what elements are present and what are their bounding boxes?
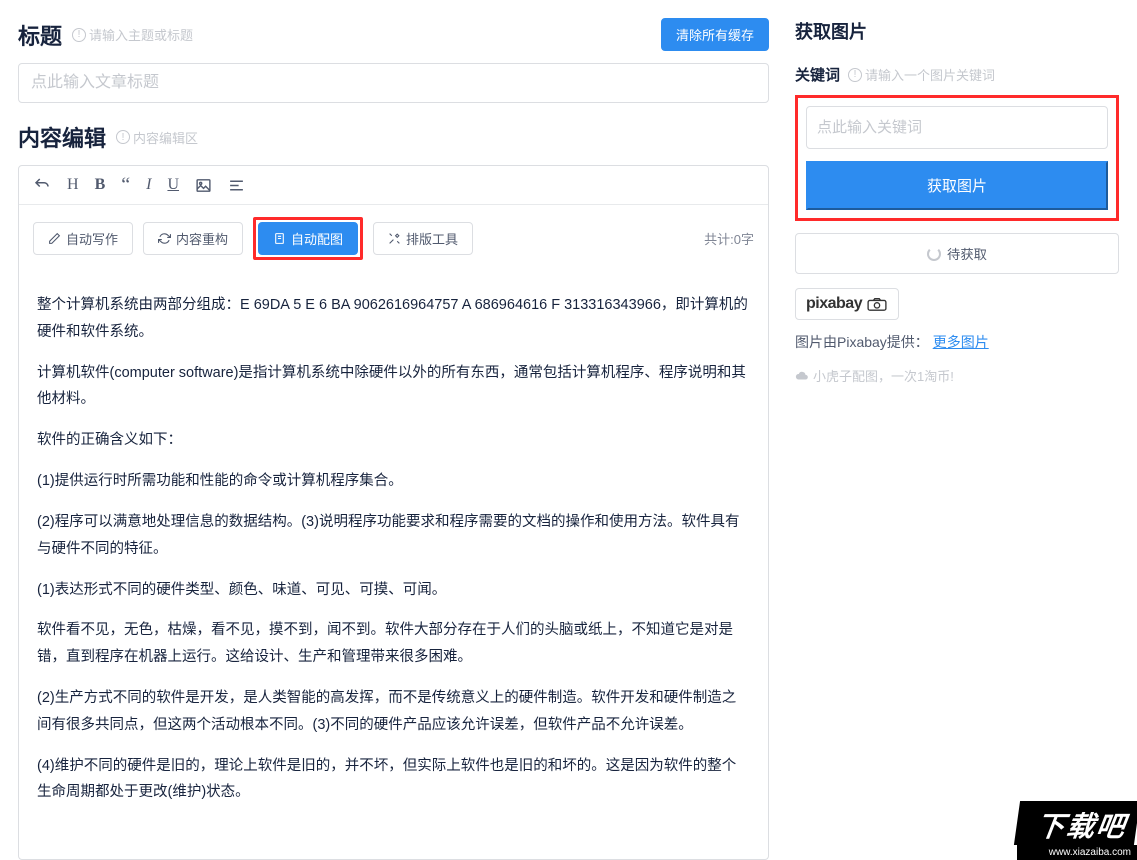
- restructure-label: 内容重构: [176, 229, 228, 248]
- paragraph: (4)维护不同的硬件是旧的，理论上软件是旧的，并不坏，但实际上软件也是旧的和坏的…: [37, 753, 750, 807]
- cloud-icon: [795, 369, 809, 383]
- main-column: 标题 ! 请输入主题或标题 清除所有缓存 内容编辑 ! 内容编辑区 H B “ …: [0, 0, 787, 860]
- auto-image-label: 自动配图: [291, 229, 343, 248]
- title-input[interactable]: [18, 63, 769, 103]
- paragraph: 计算机软件(computer software)是指计算机系统中除硬件以外的所有…: [37, 360, 750, 414]
- format-toolbar: H B “ I U: [19, 166, 768, 205]
- editor-box: H B “ I U 自动写作 内容重构: [18, 165, 769, 860]
- keyword-input[interactable]: [806, 106, 1108, 149]
- paragraph: 整个计算机系统由两部分组成：E 69DA 5 E 6 BA 9062616964…: [37, 292, 750, 346]
- auto-write-label: 自动写作: [66, 229, 118, 248]
- tools-icon: [388, 232, 401, 245]
- get-image-title: 获取图片: [795, 18, 867, 44]
- keyword-header: 关键词 ! 请输入一个图片关键词: [795, 64, 1119, 85]
- pixabay-badge: pixabay: [795, 288, 899, 320]
- info-icon: !: [848, 68, 862, 82]
- info-icon: !: [72, 28, 86, 42]
- camera-icon: [866, 296, 888, 312]
- keyword-hint-text: 请输入一个图片关键词: [865, 65, 995, 84]
- italic-icon[interactable]: I: [146, 176, 151, 194]
- align-icon[interactable]: [228, 177, 245, 194]
- keyword-hint: ! 请输入一个图片关键词: [848, 65, 995, 84]
- image-icon[interactable]: [195, 177, 212, 194]
- auto-write-button[interactable]: 自动写作: [33, 222, 133, 255]
- content-hint: ! 内容编辑区: [116, 128, 198, 147]
- pending-label: 待获取: [947, 244, 987, 263]
- title-hint: ! 请输入主题或标题: [72, 25, 193, 44]
- paragraph: (2)程序可以满意地处理信息的数据结构。(3)说明程序功能要求和程序需要的文档的…: [37, 509, 750, 563]
- highlight-auto-image: 自动配图: [253, 217, 363, 260]
- provided-text: 图片由Pixabay提供：: [795, 334, 929, 350]
- undo-icon[interactable]: [33, 176, 51, 194]
- paragraph: (1)提供运行时所需功能和性能的命令或计算机程序集合。: [37, 468, 750, 495]
- content-area[interactable]: 整个计算机系统由两部分组成：E 69DA 5 E 6 BA 9062616964…: [19, 272, 768, 859]
- clipboard-icon: [273, 232, 286, 245]
- content-label: 内容编辑: [18, 121, 106, 153]
- pending-button[interactable]: 待获取: [795, 233, 1119, 274]
- title-section-header: 标题 ! 请输入主题或标题 清除所有缓存: [18, 18, 769, 51]
- more-images-link[interactable]: 更多图片: [933, 334, 989, 350]
- get-image-button[interactable]: 获取图片: [806, 161, 1108, 210]
- heading-icon[interactable]: H: [67, 176, 79, 194]
- tiger-text: 小虎子配图，一次1淘币!: [813, 366, 954, 385]
- quote-icon[interactable]: “: [121, 179, 130, 191]
- layout-tool-label: 排版工具: [406, 229, 458, 248]
- sidebar: 获取图片 关键词 ! 请输入一个图片关键词 获取图片 待获取 pixabay 图…: [787, 0, 1137, 860]
- info-icon: !: [116, 130, 130, 144]
- layout-tool-button[interactable]: 排版工具: [373, 222, 473, 255]
- auto-image-button[interactable]: 自动配图: [258, 222, 358, 255]
- clear-cache-button[interactable]: 清除所有缓存: [661, 18, 769, 51]
- pencil-icon: [48, 232, 61, 245]
- spinner-icon: [927, 247, 941, 261]
- bold-icon[interactable]: B: [95, 176, 106, 194]
- underline-icon[interactable]: U: [167, 176, 179, 194]
- restructure-button[interactable]: 内容重构: [143, 222, 243, 255]
- paragraph: 软件看不见，无色，枯燥，看不见，摸不到，闻不到。软件大部分存在于人们的头脑或纸上…: [37, 617, 750, 671]
- keyword-label: 关键词: [795, 64, 840, 85]
- provided-by-line: 图片由Pixabay提供： 更多图片: [795, 332, 1119, 352]
- title-label: 标题: [18, 19, 62, 51]
- content-section-header: 内容编辑 ! 内容编辑区: [18, 121, 769, 153]
- title-hint-text: 请输入主题或标题: [89, 25, 193, 44]
- paragraph: (2)生产方式不同的软件是开发，是人类智能的高发挥，而不是传统意义上的硬件制造。…: [37, 685, 750, 739]
- paragraph: 软件的正确含义如下：: [37, 427, 750, 454]
- word-count: 共计:0字: [704, 229, 754, 248]
- highlight-keyword-box: 获取图片: [795, 95, 1119, 221]
- refresh-icon: [158, 232, 171, 245]
- tiger-note: 小虎子配图，一次1淘币!: [795, 366, 1119, 385]
- pixabay-text: pixabay: [806, 295, 862, 313]
- action-toolbar: 自动写作 内容重构 自动配图 排版工具 共计:0字: [19, 205, 768, 272]
- content-hint-text: 内容编辑区: [133, 128, 198, 147]
- paragraph: (1)表达形式不同的硬件类型、颜色、味道、可见、可摸、可闻。: [37, 577, 750, 604]
